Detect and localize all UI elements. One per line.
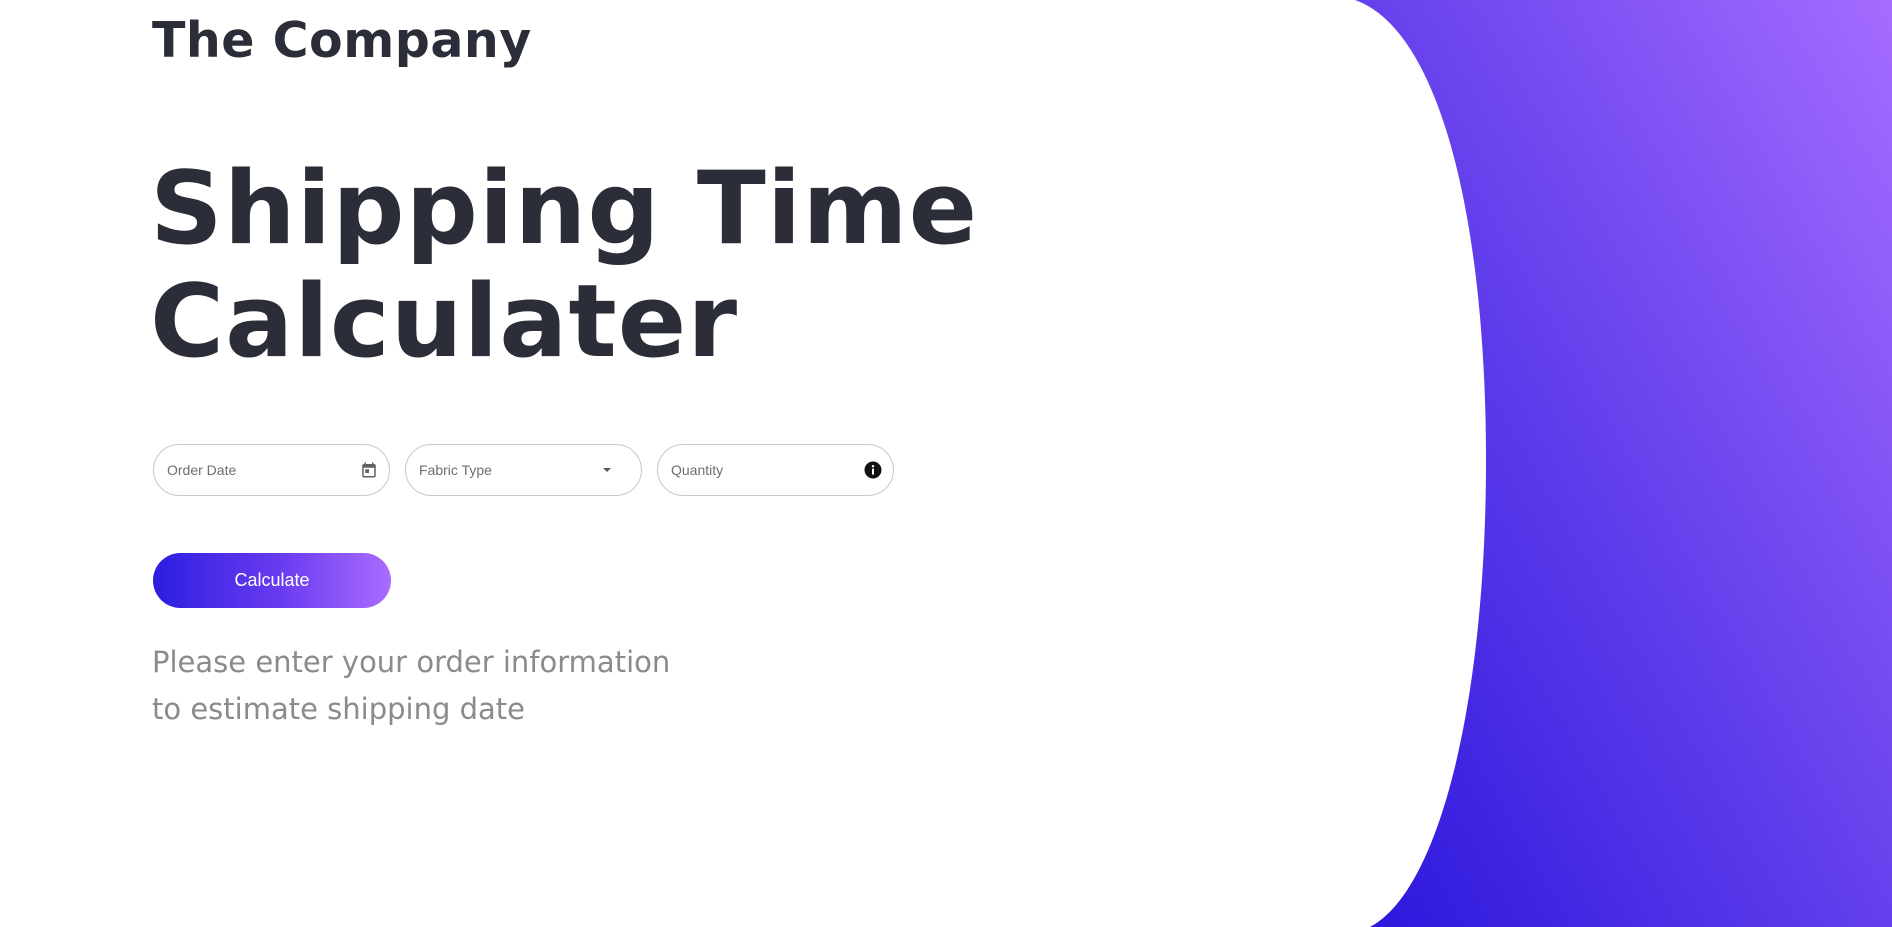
fabric-type-placeholder: Fabric Type bbox=[419, 462, 492, 478]
instruction-text: Please enter your order information to e… bbox=[152, 639, 772, 733]
quantity-field[interactable]: Quantity bbox=[657, 444, 894, 496]
instruction-line-2: to estimate shipping date bbox=[152, 692, 525, 726]
page-title-line-1: Shipping Time bbox=[150, 149, 979, 267]
info-icon[interactable] bbox=[863, 460, 883, 480]
instruction-line-1: Please enter your order information bbox=[152, 645, 671, 679]
order-date-placeholder: Order Date bbox=[167, 462, 237, 478]
calculate-button[interactable]: Calculate bbox=[153, 553, 391, 608]
order-date-field[interactable]: Order Date bbox=[153, 444, 390, 496]
page-title: Shipping Time Calculater bbox=[150, 152, 978, 378]
calendar-icon[interactable] bbox=[359, 460, 379, 480]
fabric-type-select[interactable]: Fabric Type bbox=[405, 444, 642, 496]
quantity-placeholder: Quantity bbox=[671, 462, 724, 478]
page-title-line-2: Calculater bbox=[150, 262, 739, 380]
company-logo-text: The Company bbox=[152, 12, 532, 69]
dropdown-arrow-icon bbox=[597, 460, 617, 480]
